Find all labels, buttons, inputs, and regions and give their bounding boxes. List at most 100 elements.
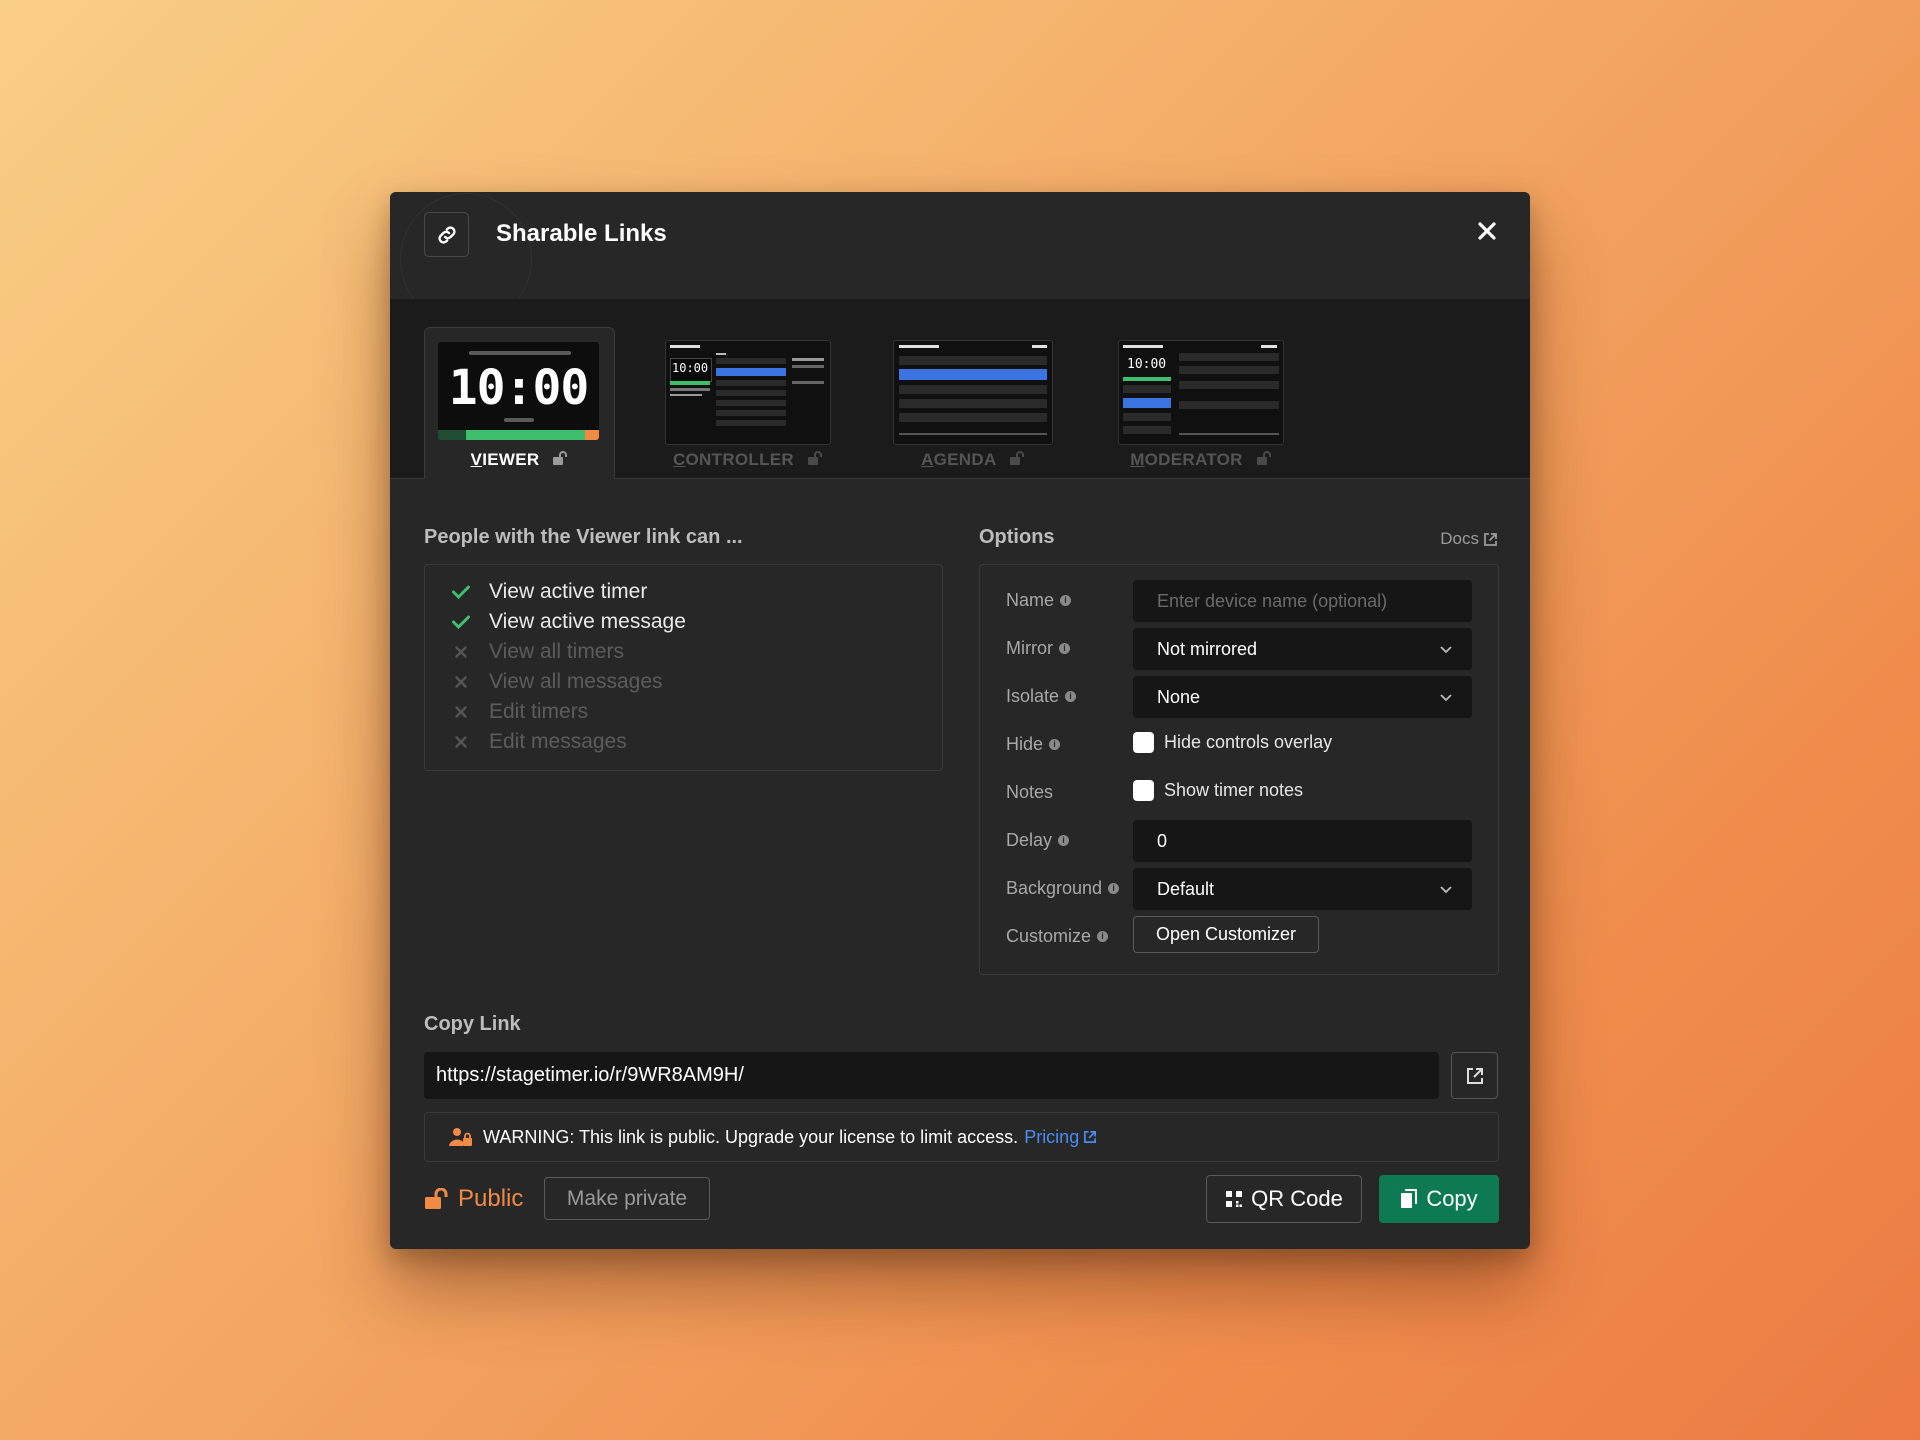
qr-code-label: QR Code <box>1251 1186 1343 1211</box>
device-name-placeholder: Enter device name (optional) <box>1157 590 1388 611</box>
info-icon[interactable]: i <box>1058 835 1070 846</box>
unlock-icon <box>425 1188 448 1209</box>
modal-header: Sharable Links <box>390 192 1530 325</box>
tab-agenda[interactable]: AGENDA <box>893 327 1053 479</box>
delay-label: Delay <box>1006 830 1053 850</box>
background-select[interactable]: Default <box>1133 868 1472 910</box>
external-link-icon <box>1484 532 1497 546</box>
permission-label: View all messages <box>489 670 663 693</box>
device-name-input[interactable]: Enter device name (optional) <box>1133 580 1472 622</box>
tab-viewer-label: IEWER <box>482 450 540 470</box>
isolate-label: Isolate <box>1006 686 1060 706</box>
name-label: Name <box>1006 590 1055 610</box>
agenda-thumbnail <box>893 340 1053 445</box>
list-item: Edit messages <box>451 727 627 757</box>
qr-code-button[interactable]: QR Code <box>1206 1175 1362 1223</box>
open-customizer-label: Open Customizer <box>1155 924 1297 944</box>
moderator-thumbnail: 10:00 <box>1118 340 1284 445</box>
info-icon[interactable]: i <box>1065 691 1077 702</box>
permissions-heading: People with the Viewer link can ... <box>424 526 743 548</box>
list-item: View all messages <box>451 667 663 697</box>
list-item: View active message <box>451 607 686 637</box>
checkbox[interactable] <box>1133 780 1154 801</box>
copy-icon <box>1401 1189 1418 1208</box>
mirror-select[interactable]: Not mirrored <box>1133 628 1472 670</box>
tab-agenda-label-first: A <box>921 450 934 470</box>
user-lock-icon <box>449 1128 472 1146</box>
background-value: Default <box>1157 878 1215 899</box>
info-icon[interactable]: i <box>1108 883 1120 894</box>
mirror-value: Not mirrored <box>1157 638 1258 659</box>
hide-controls-checkbox[interactable]: Hide controls overlay <box>1133 732 1332 753</box>
modal-title: Sharable Links <box>496 220 667 247</box>
permission-label: Edit messages <box>489 730 627 753</box>
isolate-value: None <box>1157 686 1201 707</box>
background-label: Background <box>1006 878 1103 898</box>
hide-controls-label: Hide controls overlay <box>1164 732 1333 752</box>
viewer-thumbnail: 10:00 <box>438 342 599 440</box>
viewer-thumb-time: 10:00 <box>448 360 590 416</box>
tab-moderator-label-first: M <box>1130 450 1145 470</box>
permissions-list: View active timer View active message Vi… <box>424 564 943 771</box>
share-url: https://stagetimer.io/r/9WR8AM9H/ <box>436 1064 744 1086</box>
docs-label: Docs <box>1440 529 1479 548</box>
qr-code-icon <box>1226 1191 1243 1207</box>
public-warning-banner: WARNING: This link is public. Upgrade yo… <box>424 1112 1499 1162</box>
share-url-field[interactable]: https://stagetimer.io/r/9WR8AM9H/ <box>424 1052 1439 1099</box>
visibility-label: Public <box>458 1185 524 1212</box>
sharable-links-modal: Sharable Links 10:00 VIEWER 10:00 CONTRO… <box>390 192 1530 1249</box>
isolate-select[interactable]: None <box>1133 676 1472 718</box>
moderator-thumb-time: 10:00 <box>1127 357 1167 372</box>
permission-label: View active timer <box>489 580 648 603</box>
info-icon[interactable]: i <box>1060 595 1072 606</box>
link-icon <box>424 212 469 257</box>
show-notes-label: Show timer notes <box>1164 780 1304 800</box>
pricing-link[interactable]: Pricing <box>1024 1127 1097 1148</box>
info-icon[interactable]: i <box>1059 643 1070 654</box>
tab-controller[interactable]: 10:00 CONTROLLER <box>665 327 831 479</box>
x-icon <box>451 672 471 692</box>
make-private-button[interactable]: Make private <box>544 1177 710 1220</box>
info-icon[interactable]: i <box>1049 739 1061 750</box>
unlock-icon <box>1256 451 1272 471</box>
warning-text: WARNING: This link is public. Upgrade yo… <box>483 1126 1019 1147</box>
list-item: View active timer <box>451 577 647 607</box>
unlock-icon <box>552 451 568 471</box>
checkbox[interactable] <box>1133 732 1154 753</box>
make-private-label: Make private <box>566 1186 688 1210</box>
notes-label: Notes <box>1006 782 1054 802</box>
show-notes-checkbox[interactable]: Show timer notes <box>1133 780 1303 801</box>
x-icon <box>451 702 471 722</box>
delay-value: 0 <box>1157 830 1168 851</box>
open-customizer-button[interactable]: Open Customizer <box>1133 916 1319 953</box>
visibility-status: Public <box>424 1185 523 1213</box>
close-button[interactable] <box>1474 218 1500 244</box>
external-link-icon <box>1466 1067 1483 1084</box>
list-item: Edit timers <box>451 697 588 727</box>
docs-link[interactable]: Docs <box>1440 529 1498 549</box>
info-icon[interactable]: i <box>1097 931 1109 942</box>
external-link-icon <box>1084 1131 1097 1143</box>
tab-moderator[interactable]: 10:00 MODERATOR <box>1118 327 1284 479</box>
chevron-down-icon <box>1440 694 1452 702</box>
tab-moderator-label: ODERATOR <box>1144 450 1243 470</box>
copy-link-heading: Copy Link <box>424 1013 521 1035</box>
open-link-button[interactable] <box>1451 1052 1498 1099</box>
tab-controller-label: ONTROLLER <box>685 450 794 470</box>
check-icon <box>451 612 471 632</box>
permission-label: View all timers <box>489 640 624 663</box>
tab-agenda-label: GENDA <box>933 450 996 470</box>
copy-button[interactable]: Copy <box>1379 1175 1499 1223</box>
tab-viewer-label-first: V <box>470 450 483 470</box>
tab-viewer[interactable]: 10:00 VIEWER <box>424 327 615 479</box>
unlock-icon <box>1009 451 1025 471</box>
hide-label: Hide <box>1006 734 1044 754</box>
x-icon <box>451 732 471 752</box>
chevron-down-icon <box>1440 646 1452 654</box>
x-icon <box>451 642 471 662</box>
link-type-tabs: 10:00 VIEWER 10:00 CONTROLLER AGENDA 10:… <box>390 299 1530 479</box>
delay-input[interactable]: 0 <box>1133 820 1472 862</box>
customize-label: Customize <box>1006 926 1092 946</box>
permission-label: View active message <box>489 610 686 633</box>
close-icon <box>1478 222 1496 240</box>
